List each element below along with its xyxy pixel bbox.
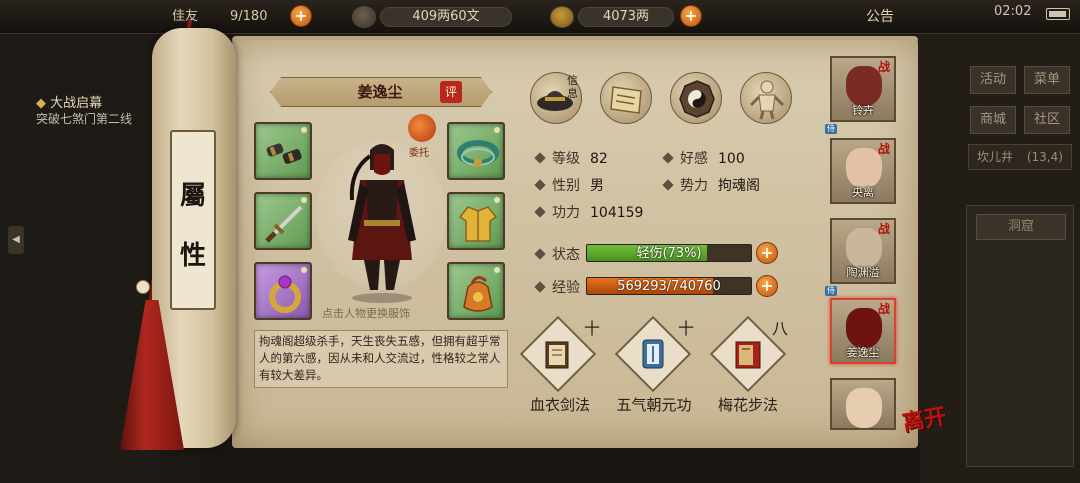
shop-button[interactable]: 商城	[970, 106, 1016, 134]
copper-coin-icon	[352, 6, 376, 28]
companion-tag: 侍	[825, 286, 837, 296]
bagua-icon	[679, 80, 715, 118]
roster-card-5[interactable]	[830, 378, 896, 430]
roster-name: 陶渊溢	[846, 266, 880, 279]
capacity-value: 9/180	[230, 9, 268, 24]
menu-button[interactable]: 菜单	[1024, 66, 1070, 94]
battle-tag: 战	[878, 222, 891, 236]
stat-faction: 势力 拘魂阁	[662, 175, 760, 195]
equipment-slot-weapon[interactable]	[254, 192, 312, 250]
skill-1-level: 十	[584, 319, 601, 338]
tab-meridian[interactable]	[740, 72, 792, 124]
clock: 02:02	[994, 4, 1032, 19]
delegate-icon[interactable]	[408, 114, 436, 142]
heal-button[interactable]: +	[756, 242, 778, 264]
belt-icon	[457, 140, 499, 167]
exp-bar: 569293/740760	[586, 277, 752, 295]
collapse-arrow-icon[interactable]: ◀	[8, 226, 24, 254]
evaluate-button[interactable]: 评	[440, 81, 462, 103]
body-icon	[749, 80, 785, 120]
currency-silver: 4073两	[578, 7, 674, 27]
character-description: 拘魂阁超级杀手，天生丧失五感，但拥有超乎常人的第六感，因从未和人交流过，性格较之…	[254, 330, 508, 388]
roster-portrait	[846, 148, 882, 188]
pouch-icon	[463, 276, 493, 312]
cave-button[interactable]: 洞窟	[976, 214, 1066, 240]
stat-level: 等级 82	[534, 148, 608, 168]
battle-tag: 战	[878, 142, 891, 156]
state-bar-text: 轻伤(73%)	[636, 246, 702, 261]
capacity-add-button[interactable]: +	[290, 5, 312, 27]
tab-bagua[interactable]	[670, 72, 722, 124]
community-button[interactable]: 社区	[1024, 106, 1070, 134]
slot-indicator	[301, 127, 307, 133]
skill-1-name[interactable]: 血衣剑法	[515, 394, 605, 415]
roster-name: 铃卉	[852, 104, 874, 117]
stat-gender: 性别男	[534, 175, 604, 195]
quest-title[interactable]: ◆ 大战启幕	[36, 92, 102, 111]
companion-tag: 侍	[825, 124, 837, 134]
equipment-slot-armor[interactable]	[447, 192, 505, 250]
red-book-icon	[735, 341, 761, 369]
character-name: 姜逸尘	[357, 83, 403, 101]
currency-copper: 409两60文	[380, 7, 512, 27]
bottom-bar	[200, 443, 920, 483]
change-outfit-hint: 点击人物更换服饰	[322, 307, 410, 320]
gold-ingot-icon	[550, 6, 574, 28]
capacity-label: 佳友	[172, 9, 199, 24]
slot-indicator	[494, 267, 500, 273]
location-list	[966, 205, 1074, 467]
sword-icon	[265, 205, 303, 243]
tab-info-label: 信息	[567, 74, 578, 100]
exp-label: 经验	[534, 277, 580, 297]
battle-tag: 战	[878, 60, 891, 74]
roster-portrait	[846, 388, 882, 428]
equipment-slot-belt[interactable]	[447, 122, 505, 180]
scroll-book-icon	[642, 339, 664, 369]
slot-indicator	[494, 197, 500, 203]
stat-power: 功力 104159	[534, 202, 643, 222]
location-display: 坎儿井 (13,4)	[968, 144, 1072, 170]
equipment-slot-bracers[interactable]	[254, 122, 312, 180]
slot-indicator	[301, 197, 307, 203]
battle-tag: 战	[878, 302, 891, 316]
ring-icon	[269, 275, 301, 313]
skill-2-level: 十	[678, 319, 695, 338]
skill-3-name[interactable]: 梅花步法	[703, 394, 793, 415]
quest-description: 突破七煞门第二线	[36, 112, 133, 126]
character-portrait[interactable]	[330, 140, 434, 304]
state-label: 状态	[534, 244, 580, 264]
activity-button[interactable]: 活动	[970, 66, 1016, 94]
skill-2-name[interactable]: 五气朝元功	[609, 394, 699, 415]
bracer-icon	[266, 143, 302, 164]
stat-favor: 好感 100	[662, 148, 745, 168]
battery-icon	[1046, 8, 1070, 20]
state-bar: 轻伤(73%)	[586, 244, 752, 262]
equipment-slot-accessory[interactable]	[447, 262, 505, 320]
tassel-bead	[136, 280, 150, 294]
delegate-label: 委托	[409, 148, 429, 159]
tab-scroll[interactable]	[600, 72, 652, 124]
skill-3-level: 八	[772, 319, 789, 338]
robe-icon	[458, 206, 498, 242]
top-bar: 佳友 9/180 + 409两60文 4073两 + 公告 02:02	[0, 0, 1080, 34]
roster-portrait	[846, 66, 882, 106]
currency-add-button[interactable]: +	[680, 5, 702, 27]
roster-portrait	[846, 228, 882, 268]
slot-indicator	[494, 127, 500, 133]
equipment-slot-ring[interactable]	[254, 262, 312, 320]
notice-button[interactable]: 公告	[866, 6, 894, 28]
scroll-icon	[610, 86, 642, 114]
exp-bar-text: 569293/740760	[617, 279, 721, 294]
roster-portrait	[846, 308, 882, 348]
exp-add-button[interactable]: +	[756, 275, 778, 297]
book-icon	[545, 341, 569, 369]
slot-indicator	[301, 267, 307, 273]
roster-name: 央离	[852, 186, 874, 199]
roster-name: 姜逸尘	[846, 346, 880, 359]
attribute-title: 屬 性	[170, 130, 216, 310]
